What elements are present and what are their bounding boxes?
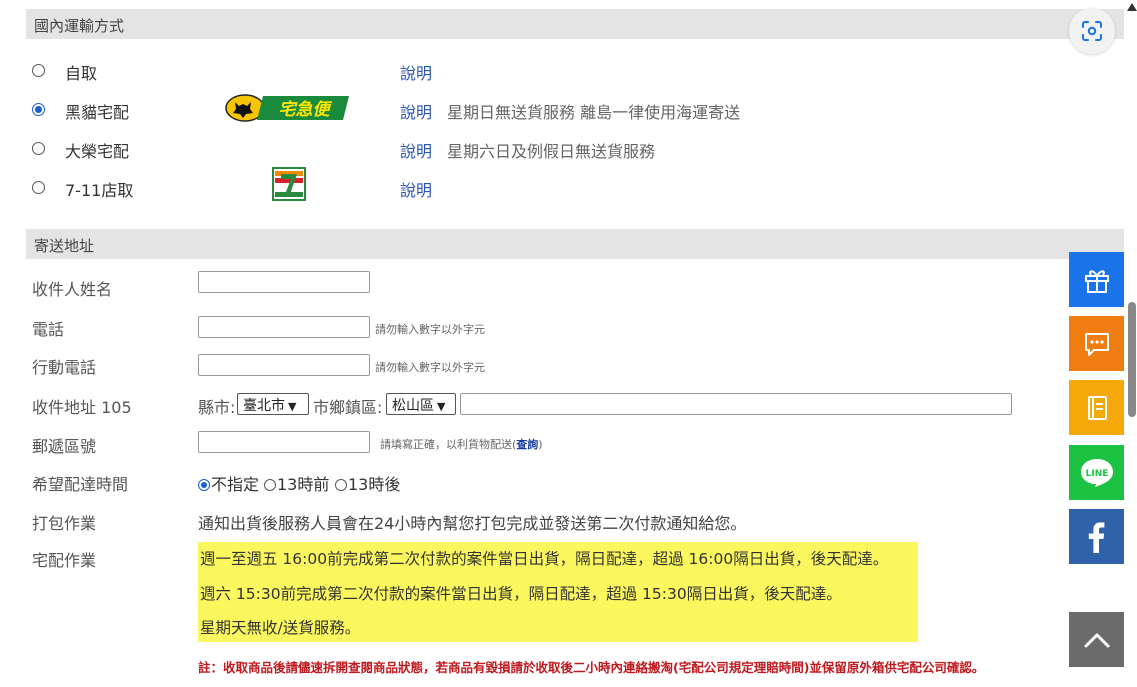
time-before-radio[interactable] bbox=[264, 479, 276, 491]
packing-label: 打包作業 bbox=[32, 514, 97, 533]
mobile-input[interactable] bbox=[198, 354, 370, 376]
pickup-label: 自取 bbox=[65, 64, 98, 83]
chat-icon bbox=[1084, 332, 1109, 356]
zip-code-label: 郵遞區號 bbox=[32, 437, 97, 456]
chevron-down-icon: ▼ bbox=[288, 400, 297, 413]
mobile-label: 行動電話 bbox=[32, 358, 97, 377]
delivery-footnote: 註：收取商品後請儘速拆開查閱商品狀態，若商品有毀損請於收取後二小時內連絡搬淘(宅… bbox=[198, 660, 985, 675]
kerry-radio[interactable] bbox=[32, 142, 45, 155]
recipient-name-input[interactable] bbox=[198, 271, 370, 293]
time-option-any[interactable]: 不指定 bbox=[198, 471, 259, 495]
gift-icon bbox=[1084, 269, 1109, 293]
kerry-info-link[interactable]: 說明 bbox=[400, 138, 432, 162]
chevron-down-icon: ▼ bbox=[437, 400, 446, 413]
tcat-note: 星期日無送貨服務 離島一律使用海運寄送 bbox=[447, 103, 741, 122]
shipping-option-tcat[interactable]: 黑貓宅配 宅急便 說明 星期日無送貨服務 離島一律使用海運寄送 bbox=[32, 94, 832, 123]
shipping-method-header: 國內運輸方式 bbox=[26, 9, 1124, 39]
shipping-option-711[interactable]: 7-11店取 說明 bbox=[32, 167, 832, 201]
facebook-button[interactable] bbox=[1069, 509, 1124, 564]
facebook-icon bbox=[1088, 521, 1104, 553]
pickup-radio[interactable] bbox=[32, 64, 45, 77]
zip-code-hint: 請填寫正確，以利貨物配送(查詢) bbox=[380, 438, 543, 451]
time-option-after-13[interactable]: 13時後 bbox=[335, 471, 400, 495]
delivery-line-weekday: 週一至週五 16:00前完成第二次付款的案件當日出貨，隔日配達，超過 16:00… bbox=[200, 550, 889, 568]
phone-label: 電話 bbox=[32, 320, 65, 339]
seven-eleven-label: 7-11店取 bbox=[65, 181, 134, 200]
seven-eleven-info-link[interactable]: 說明 bbox=[400, 177, 432, 201]
lens-icon bbox=[1082, 21, 1102, 41]
time-option-before-13[interactable]: 13時前 bbox=[264, 471, 329, 495]
notebook-button[interactable] bbox=[1069, 380, 1124, 435]
shipping-address-header: 寄送地址 bbox=[26, 229, 1124, 259]
phone-hint: 請勿輸入數字以外字元 bbox=[375, 323, 485, 336]
delivery-schedule-box: 週一至週五 16:00前完成第二次付款的案件當日出貨，隔日配達，超過 16:00… bbox=[198, 542, 918, 642]
svg-text:宅急便: 宅急便 bbox=[279, 100, 333, 120]
zip-code-input[interactable] bbox=[198, 431, 370, 453]
tcat-radio[interactable] bbox=[32, 103, 45, 116]
tcat-logo: 宅急便 bbox=[225, 94, 349, 122]
time-any-radio[interactable] bbox=[198, 479, 210, 491]
scroll-to-top-button[interactable] bbox=[1069, 612, 1124, 667]
delivery-line-saturday: 週六 15:30前完成第二次付款的案件當日出貨，隔日配達，超過 15:30隔日出… bbox=[200, 585, 842, 603]
district-prefix: 市鄉鎮區: bbox=[313, 398, 383, 417]
pickup-info-link[interactable]: 說明 bbox=[400, 60, 432, 84]
seven-eleven-logo bbox=[272, 167, 306, 201]
line-icon: LINE bbox=[1080, 458, 1113, 487]
svg-text:LINE: LINE bbox=[1085, 469, 1108, 479]
delivery-line-sunday: 星期天無收/送貨服務。 bbox=[200, 619, 361, 637]
tcat-info-link[interactable]: 說明 bbox=[400, 99, 432, 123]
district-select-value: 松山區 bbox=[392, 398, 434, 414]
kerry-note: 星期六日及例假日無送貨服務 bbox=[447, 142, 656, 161]
phone-input[interactable] bbox=[198, 316, 370, 338]
chat-button[interactable] bbox=[1069, 316, 1124, 371]
city-prefix: 縣市: bbox=[198, 398, 236, 417]
zip-lookup-link[interactable]: 查詢 bbox=[516, 438, 538, 451]
time-after-radio[interactable] bbox=[335, 479, 347, 491]
scrollbar-thumb[interactable] bbox=[1128, 302, 1136, 417]
delivery-label: 宅配作業 bbox=[32, 551, 97, 570]
recipient-name-label: 收件人姓名 bbox=[32, 280, 113, 299]
packing-text: 通知出貨後服務人員會在24小時內幫您打包完成並發送第二次付款通知給您。 bbox=[198, 514, 747, 533]
seven-eleven-radio[interactable] bbox=[32, 181, 45, 194]
district-select[interactable]: 松山區 ▼ bbox=[386, 393, 456, 415]
address-label: 收件地址 105 bbox=[32, 398, 132, 417]
city-select-value: 臺北市 bbox=[243, 398, 285, 414]
shipping-option-kerry[interactable]: 大榮宅配 說明 星期六日及例假日無送貨服務 bbox=[32, 138, 832, 162]
delivery-time-label: 希望配達時間 bbox=[32, 475, 129, 494]
shipping-option-pickup[interactable]: 自取 說明 bbox=[32, 60, 832, 84]
gift-button[interactable] bbox=[1069, 252, 1124, 307]
scroll-up-arrow-icon[interactable] bbox=[1127, 3, 1137, 11]
city-select[interactable]: 臺北市 ▼ bbox=[237, 393, 309, 415]
street-address-input[interactable] bbox=[460, 393, 1012, 415]
lens-search-button[interactable] bbox=[1069, 8, 1115, 54]
tcat-label: 黑貓宅配 bbox=[65, 103, 130, 122]
line-button[interactable]: LINE bbox=[1069, 445, 1124, 500]
book-icon bbox=[1087, 395, 1107, 420]
mobile-hint: 請勿輸入數字以外字元 bbox=[375, 361, 485, 374]
scroll-top-icon bbox=[1084, 633, 1109, 647]
kerry-label: 大榮宅配 bbox=[65, 142, 130, 161]
